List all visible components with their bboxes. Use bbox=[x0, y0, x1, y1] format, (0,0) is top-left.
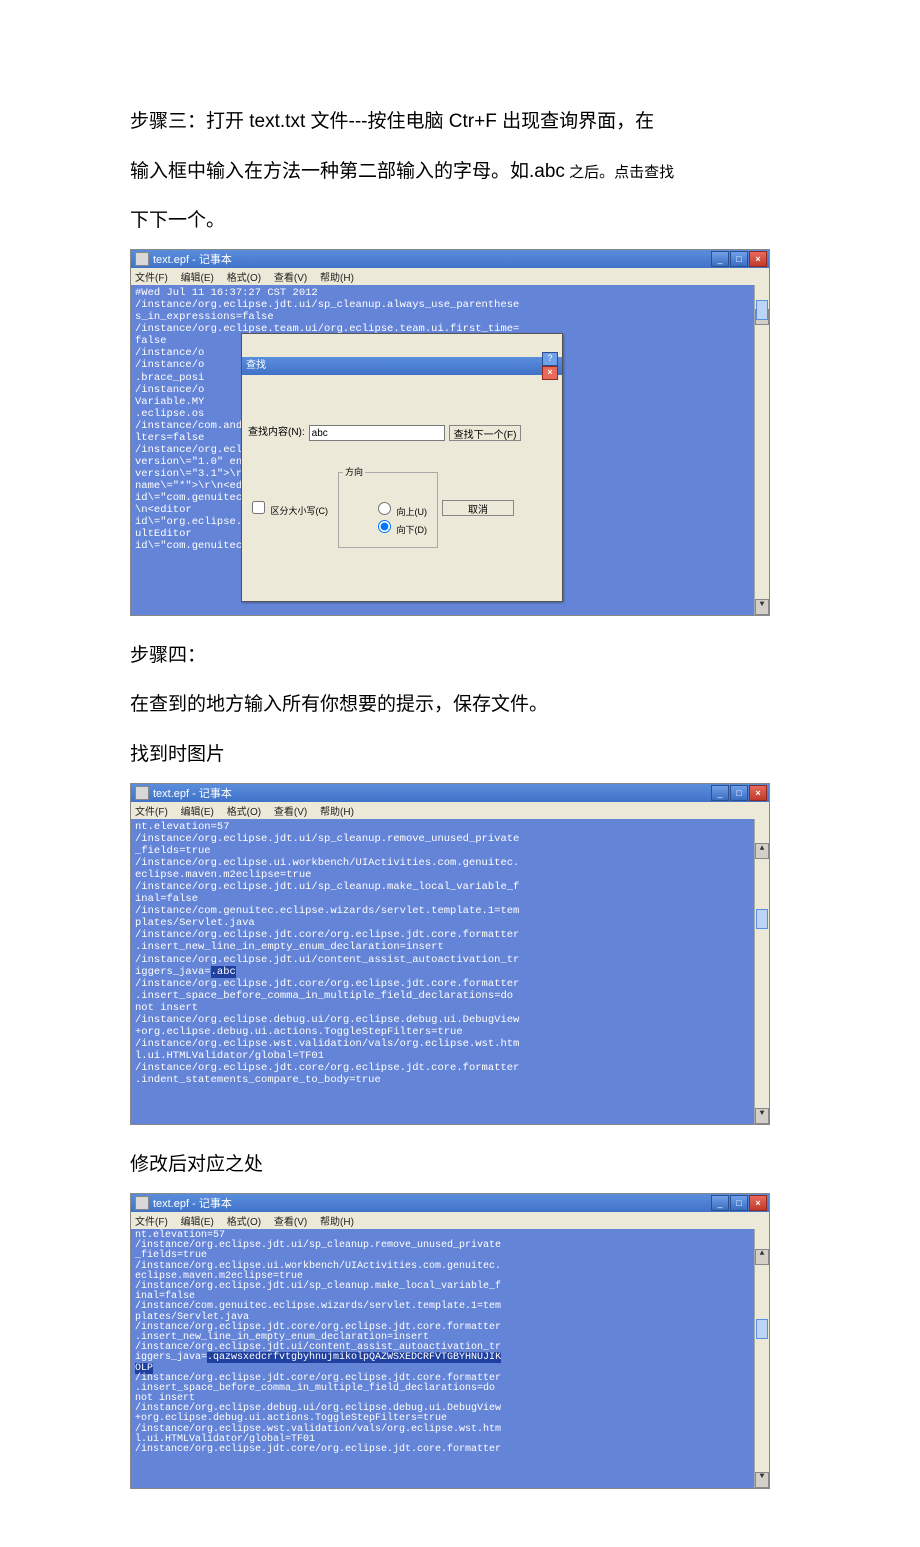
close-button[interactable]: × bbox=[749, 785, 767, 801]
search-highlight: .abc bbox=[211, 966, 236, 978]
close-button[interactable]: × bbox=[749, 251, 767, 267]
search-highlight: OLP bbox=[135, 1363, 153, 1374]
step3-line2b: 之后。点击查找 bbox=[565, 164, 674, 181]
menu-format[interactable]: 格式(O) bbox=[227, 273, 261, 284]
window-title: text.epf - 记事本 bbox=[153, 1195, 232, 1211]
window-buttons: _ □ × bbox=[711, 1195, 767, 1211]
step3-line2: 输入框中输入在方法一种第二部输入的字母。如.abc 之后。点击查找 bbox=[130, 150, 790, 194]
menu-help[interactable]: 帮助(H) bbox=[320, 1217, 354, 1228]
window-buttons: _ □ × bbox=[711, 785, 767, 801]
menu-edit[interactable]: 编辑(E) bbox=[181, 273, 214, 284]
editor-content[interactable]: nt.elevation=57 /instance/org.eclipse.jd… bbox=[131, 819, 769, 1125]
find-cancel-button[interactable]: 取消 bbox=[442, 500, 514, 516]
menu-format[interactable]: 格式(O) bbox=[227, 807, 261, 818]
direction-group: 方向 向上(U) 向下(D) bbox=[338, 467, 438, 548]
step3-line3: 下下一个。 bbox=[130, 199, 790, 243]
find-help-button[interactable]: ? bbox=[542, 352, 558, 366]
close-button[interactable]: × bbox=[749, 1195, 767, 1211]
menu-file[interactable]: 文件(F) bbox=[135, 807, 168, 818]
editor-content[interactable]: #Wed Jul 11 16:37:27 CST 2012 /instance/… bbox=[131, 285, 769, 615]
screenshot-1: text.epf - 记事本 _ □ × 文件(F) 编辑(E) 格式(O) 查… bbox=[130, 249, 770, 616]
radio-down[interactable]: 向下(D) bbox=[373, 525, 427, 535]
find-dialog: 查找 ? × 查找内容(N): 查找下一个(F) 区分大小写(C) 方向 向上(… bbox=[241, 333, 563, 602]
case-checkbox[interactable]: 区分大小写(C) bbox=[248, 498, 328, 517]
step4-heading: 步骤四： bbox=[130, 634, 790, 678]
notepad-icon bbox=[135, 1196, 149, 1210]
menu-help[interactable]: 帮助(H) bbox=[320, 807, 354, 818]
menu-view[interactable]: 查看(V) bbox=[274, 1217, 307, 1228]
scroll-down-icon[interactable]: ▼ bbox=[755, 1108, 769, 1124]
direction-legend: 方向 bbox=[343, 467, 365, 477]
minimize-button[interactable]: _ bbox=[711, 785, 729, 801]
scroll-thumb[interactable] bbox=[756, 300, 768, 320]
window-buttons: _ □ × bbox=[711, 251, 767, 267]
find-input[interactable] bbox=[309, 425, 445, 441]
menu-view[interactable]: 查看(V) bbox=[274, 807, 307, 818]
notepad-icon bbox=[135, 252, 149, 266]
scroll-up-icon[interactable]: ▲ bbox=[755, 843, 769, 859]
step5-caption: 修改后对应之处 bbox=[130, 1143, 790, 1187]
titlebar: text.epf - 记事本 _ □ × bbox=[131, 250, 769, 268]
menu-format[interactable]: 格式(O) bbox=[227, 1217, 261, 1228]
menu-edit[interactable]: 编辑(E) bbox=[181, 1217, 214, 1228]
scrollbar[interactable]: ▲ ▼ bbox=[754, 1229, 769, 1488]
menu-bar: 文件(F) 编辑(E) 格式(O) 查看(V) 帮助(H) bbox=[131, 1212, 769, 1229]
menu-file[interactable]: 文件(F) bbox=[135, 273, 168, 284]
menu-file[interactable]: 文件(F) bbox=[135, 1217, 168, 1228]
screenshot-3: text.epf - 记事本 _ □ × 文件(F) 编辑(E) 格式(O) 查… bbox=[130, 1193, 770, 1489]
find-next-button[interactable]: 查找下一个(F) bbox=[449, 425, 522, 441]
menu-bar: 文件(F) 编辑(E) 格式(O) 查看(V) 帮助(H) bbox=[131, 268, 769, 285]
step3-line1: 步骤三：打开 text.txt 文件---按住电脑 Ctr+F 出现查询界面，在 bbox=[130, 100, 790, 144]
menu-bar: 文件(F) 编辑(E) 格式(O) 查看(V) 帮助(H) bbox=[131, 802, 769, 819]
scroll-thumb[interactable] bbox=[756, 909, 768, 929]
step3-line2a: 输入框中输入在方法一种第二部输入的字母。如.abc bbox=[130, 161, 565, 182]
step4-caption: 找到时图片 bbox=[130, 733, 790, 777]
maximize-button[interactable]: □ bbox=[730, 785, 748, 801]
step4-text: 在查到的地方输入所有你想要的提示，保存文件。 bbox=[130, 683, 790, 727]
maximize-button[interactable]: □ bbox=[730, 1195, 748, 1211]
menu-view[interactable]: 查看(V) bbox=[274, 273, 307, 284]
editor-content[interactable]: nt.elevation=57 /instance/org.eclipse.jd… bbox=[131, 1229, 769, 1488]
find-close-button[interactable]: × bbox=[542, 366, 558, 380]
maximize-button[interactable]: □ bbox=[730, 251, 748, 267]
find-label: 查找内容(N): bbox=[248, 427, 305, 439]
radio-up[interactable]: 向上(U) bbox=[373, 507, 427, 517]
screenshot-2: text.epf - 记事本 _ □ × 文件(F) 编辑(E) 格式(O) 查… bbox=[130, 783, 770, 1126]
minimize-button[interactable]: _ bbox=[711, 251, 729, 267]
scroll-down-icon[interactable]: ▼ bbox=[755, 599, 769, 615]
scrollbar[interactable]: ▲ ▼ bbox=[754, 819, 769, 1125]
find-dialog-titlebar: 查找 ? × bbox=[242, 357, 562, 375]
window-title: text.epf - 记事本 bbox=[153, 251, 232, 267]
menu-help[interactable]: 帮助(H) bbox=[320, 273, 354, 284]
menu-edit[interactable]: 编辑(E) bbox=[181, 807, 214, 818]
window-title: text.epf - 记事本 bbox=[153, 785, 232, 801]
scrollbar[interactable]: ▲ ▼ bbox=[754, 285, 769, 615]
titlebar: text.epf - 记事本 _ □ × bbox=[131, 1194, 769, 1212]
find-dialog-title: 查找 bbox=[246, 360, 266, 372]
scroll-thumb[interactable] bbox=[756, 1319, 768, 1339]
scroll-up-icon[interactable]: ▲ bbox=[755, 1249, 769, 1265]
scroll-down-icon[interactable]: ▼ bbox=[755, 1472, 769, 1488]
search-highlight: .qazwsxedcrfvtgbyhnujmikolpQAZWSXEDCRFVT… bbox=[207, 1352, 501, 1363]
titlebar: text.epf - 记事本 _ □ × bbox=[131, 784, 769, 802]
minimize-button[interactable]: _ bbox=[711, 1195, 729, 1211]
notepad-icon bbox=[135, 786, 149, 800]
